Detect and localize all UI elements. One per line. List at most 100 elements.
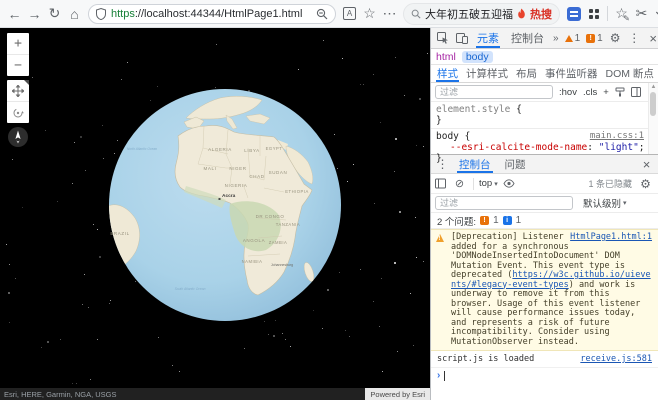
device-toolbar-icon[interactable]: [453, 30, 470, 47]
context-selector[interactable]: top ▾: [479, 178, 498, 189]
subtab-styles[interactable]: 样式: [433, 65, 462, 82]
console-sidebar-icon[interactable]: [435, 178, 446, 189]
subtab-layout[interactable]: 布局: [512, 65, 541, 82]
map-label: NAMIBIA: [242, 259, 263, 264]
console-prompt[interactable]: ›: [431, 368, 658, 400]
issue-info-icon: i: [503, 216, 512, 225]
console-toolbar: ⊘ top ▾ 1 条已隐藏 ⚙: [431, 174, 658, 194]
back-icon[interactable]: ←: [5, 3, 24, 25]
map-label: NIGER: [229, 166, 246, 171]
caret-down-icon: ▾: [494, 180, 498, 188]
globe[interactable]: ALGERIALIBYAEGYPTMALINIGERCHADSUDANNIGER…: [108, 88, 342, 322]
scrollbar-thumb[interactable]: [650, 92, 656, 116]
undo-icon[interactable]: ↶: [652, 3, 658, 25]
map-label: SUDAN: [269, 170, 288, 175]
breadcrumb: html body: [431, 49, 658, 65]
deprecation-warning[interactable]: HtmlPage1.html:1 [Deprecation] Listener …: [431, 229, 658, 351]
layout-panel-icon[interactable]: [631, 87, 641, 97]
drawer-tab-issues[interactable]: 问题: [499, 155, 532, 173]
reload-icon[interactable]: ↻: [45, 3, 64, 25]
log-source-link[interactable]: receive.js:581: [580, 354, 652, 364]
devtools-kebab-icon[interactable]: ⋮: [626, 30, 643, 47]
drawer-tab-console[interactable]: 控制台: [453, 155, 497, 173]
accra-marker[interactable]: [219, 198, 221, 200]
tab-elements[interactable]: 元素: [472, 28, 504, 48]
scrollbar-up-icon[interactable]: ▲: [649, 84, 658, 90]
issue-warning-icon: !: [480, 216, 489, 225]
styles-filter-input[interactable]: [435, 85, 553, 99]
more-actions-icon[interactable]: ⋯: [380, 3, 399, 25]
home-icon[interactable]: ⌂: [65, 3, 84, 25]
map-label: Johannesburg: [271, 263, 293, 267]
warnings-badge[interactable]: 1: [563, 33, 583, 44]
breadcrumb-body[interactable]: body: [462, 51, 493, 63]
extension-icon[interactable]: [564, 3, 583, 25]
map-label: LIBYA: [244, 148, 259, 153]
zoom-out-button[interactable]: −: [7, 54, 29, 76]
hover-state-button[interactable]: :hov: [559, 87, 577, 98]
map-label: ZAMBIA: [269, 240, 288, 245]
styles-editor[interactable]: element.style { } main.css:1body { --esr…: [431, 102, 658, 154]
warning-triangle-icon: [565, 35, 573, 42]
map-label: DR CONGO: [256, 214, 285, 219]
warning-source-link[interactable]: HtmlPage1.html:1: [570, 233, 652, 243]
map-attribution-bar: Esri, HERE, Garmin, NGA, USGS Powered by…: [0, 388, 430, 400]
apps-grid-icon[interactable]: [584, 3, 603, 25]
scene-viewport[interactable]: ALGERIALIBYAEGYPTMALINIGERCHADSUDANNIGER…: [0, 28, 430, 400]
devtools-settings-icon[interactable]: ⚙: [607, 30, 624, 47]
toolbar-separator: [607, 6, 608, 21]
subtab-dom-breakpoints[interactable]: DOM 断点: [602, 65, 658, 82]
content-area: ALGERIALIBYAEGYPTMALINIGERCHADSUDANNIGER…: [0, 28, 658, 400]
flame-icon: [517, 8, 526, 19]
styles-filter-row: :hov .cls +: [431, 83, 658, 102]
collect-icon[interactable]: ☆ ✎: [612, 3, 631, 25]
more-tabs-icon[interactable]: »: [551, 33, 561, 44]
breadcrumb-html[interactable]: html: [436, 51, 456, 63]
navigation-toggle-widget: [7, 80, 29, 123]
translate-icon[interactable]: A: [340, 3, 359, 25]
map-label: ANGOLA: [243, 238, 265, 243]
url-scheme: https: [111, 8, 135, 20]
attribution-text: Esri, HERE, Garmin, NGA, USGS: [0, 388, 365, 400]
forward-icon[interactable]: →: [25, 3, 44, 25]
address-bar[interactable]: https://localhost:44344/HtmlPage1.html: [88, 4, 336, 24]
subtab-computed[interactable]: 计算样式: [462, 65, 512, 82]
map-label: Accra: [222, 193, 236, 199]
zoom-in-button[interactable]: +: [7, 33, 29, 54]
rotate-mode-button[interactable]: [7, 101, 29, 123]
stylesheet-link[interactable]: main.css:1: [590, 131, 644, 142]
styles-scrollbar[interactable]: ▲: [648, 83, 658, 154]
tab-console[interactable]: 控制台: [506, 28, 549, 48]
map-label: MALI: [204, 166, 217, 171]
zoom-out-icon[interactable]: [316, 8, 328, 20]
new-rule-button[interactable]: +: [603, 87, 609, 98]
log-levels-selector[interactable]: 默认级别 ▾: [583, 196, 627, 210]
hidden-messages-label[interactable]: 1 条已隐藏: [588, 177, 632, 190]
live-expression-eye-icon[interactable]: [503, 179, 515, 188]
console-filter-input[interactable]: [435, 196, 573, 210]
paint-icon[interactable]: [615, 87, 625, 97]
hot-label: 热搜: [530, 6, 552, 22]
map-label: South Atlantic Ocean: [175, 287, 206, 291]
bookmark-star-icon[interactable]: ☆: [360, 3, 379, 25]
console-log-entry[interactable]: script.js is loaded receive.js:581: [431, 351, 658, 368]
issues-badge[interactable]: ! 1: [584, 33, 605, 44]
clear-console-icon[interactable]: ⊘: [451, 175, 468, 192]
map-label: TANZANIA: [276, 222, 300, 227]
compass-widget[interactable]: [8, 127, 28, 147]
inspect-element-icon[interactable]: [434, 30, 451, 47]
console-settings-icon[interactable]: ⚙: [637, 175, 654, 192]
url-text[interactable]: https://localhost:44344/HtmlPage1.html: [111, 8, 302, 20]
map-label: CHAD: [249, 174, 264, 179]
subtab-event-listeners[interactable]: 事件监听器: [541, 65, 602, 82]
screenshot-scissors-icon[interactable]: ✂: [632, 3, 651, 25]
class-button[interactable]: .cls: [583, 87, 597, 98]
hot-search-text: 大年初五破五迎福: [425, 6, 513, 22]
styles-pane: :hov .cls + element.style { }: [431, 83, 658, 154]
devtools-panel: 元素 控制台 » 1 ! 1 ⚙ ⋮ × html body: [430, 28, 658, 400]
hot-search-box[interactable]: 大年初五破五迎福 热搜: [403, 3, 560, 25]
map-label: EGYPT: [266, 146, 283, 151]
issues-summary[interactable]: 2 个问题: ! 1 i 1: [431, 213, 658, 229]
devtools-close-icon[interactable]: ×: [645, 30, 658, 47]
powered-by-esri[interactable]: Powered by Esri: [365, 388, 430, 400]
